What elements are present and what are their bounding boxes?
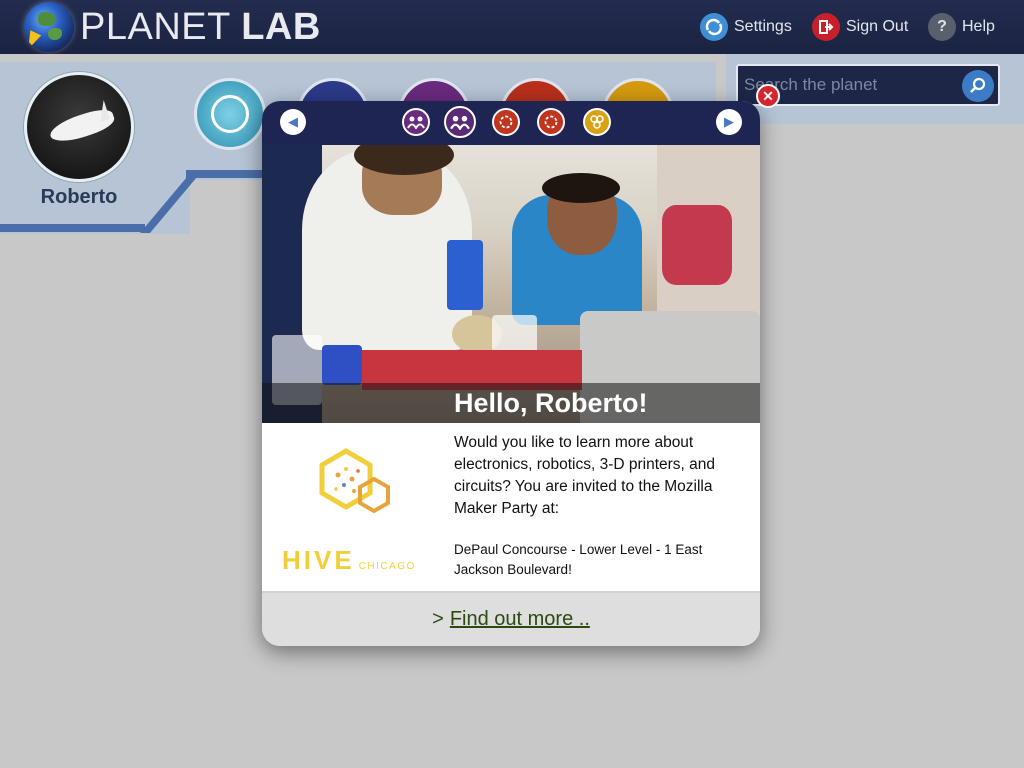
username-label: Roberto <box>40 186 118 208</box>
app-logo[interactable]: PLANET LAB <box>80 6 321 48</box>
avatar[interactable] <box>24 72 134 182</box>
find-out-more-link[interactable]: Find out more .. <box>450 608 590 631</box>
greeting-caption: Hello, Roberto! <box>454 388 648 418</box>
settings-icon <box>700 13 728 41</box>
flower-icon <box>499 115 513 129</box>
search-button[interactable] <box>962 70 994 102</box>
category-explore-button[interactable] <box>194 78 266 150</box>
sign-out-button[interactable]: Sign Out <box>812 11 908 43</box>
invitation-body: HIVE CHICAGO Would you like to learn more… <box>262 423 760 593</box>
hive-hexagon-icon <box>319 448 390 514</box>
network-icon <box>211 95 249 133</box>
settings-button[interactable]: Settings <box>700 11 792 43</box>
previous-button[interactable]: ◀ <box>280 109 306 135</box>
caption-bar: Hello, Roberto! <box>262 383 760 423</box>
footer-prefix: > <box>432 608 444 630</box>
flower-icon <box>544 115 558 129</box>
carousel-dot-community-active[interactable] <box>444 106 476 138</box>
event-photo: Hello, Roberto! <box>262 145 760 423</box>
settings-label: Settings <box>734 18 792 35</box>
people-icon <box>450 115 470 130</box>
popup-footer: > Find out more .. <box>262 593 760 646</box>
hive-wordmark: HIVE CHICAGO <box>282 545 416 575</box>
logo-text-bold: LAB <box>241 6 321 48</box>
help-icon: ? <box>928 13 956 41</box>
hive-chicago-logo[interactable]: HIVE CHICAGO <box>282 445 432 575</box>
logo-text-light: PLANET <box>80 6 231 48</box>
carousel-dot-network-2[interactable] <box>537 108 565 136</box>
close-icon: ✕ <box>762 87 774 104</box>
event-address: DePaul Concourse - Lower Level - 1 East … <box>454 542 703 577</box>
carousel-dot-community[interactable] <box>402 108 430 136</box>
top-bar: PLANET LAB Settings Sign Out ? Help <box>0 0 1024 54</box>
hexagon-cluster-icon <box>590 115 604 129</box>
sign-out-label: Sign Out <box>846 18 909 35</box>
carousel-dot-network-1[interactable] <box>492 108 520 136</box>
people-icon <box>407 116 425 129</box>
search-icon <box>970 77 986 93</box>
help-label: Help <box>962 18 995 35</box>
next-button[interactable]: ▶ <box>716 109 742 135</box>
close-popup-button[interactable]: ✕ <box>756 84 780 108</box>
arrow-left-icon: ◀ <box>288 114 298 129</box>
globe-logo-icon <box>24 2 74 52</box>
help-button[interactable]: ? Help <box>928 11 995 43</box>
sign-out-icon <box>812 13 840 41</box>
popup-header: ◀ ▶ <box>262 101 760 145</box>
arrow-right-icon: ▶ <box>724 114 734 129</box>
invitation-message: Would you like to learn more about elect… <box>454 434 716 517</box>
carousel-dot-hive[interactable] <box>583 108 611 136</box>
invitation-popup: ◀ ▶ Hello, Roberto! HIVE CHICAGO Would y… <box>262 101 760 646</box>
